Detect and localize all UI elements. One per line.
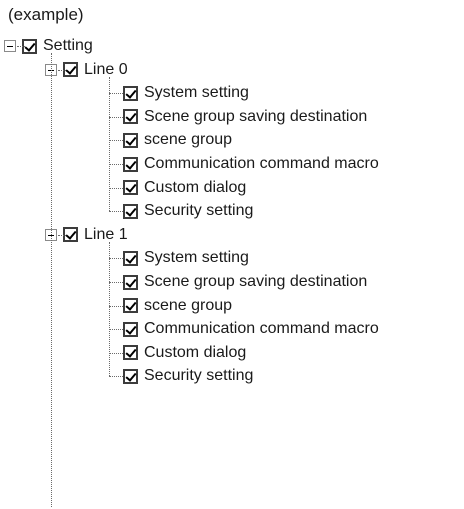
tree-item-communication-command-macro[interactable]: Communication command macro <box>123 152 379 176</box>
checkbox[interactable] <box>123 156 138 172</box>
checkbox[interactable] <box>123 85 138 101</box>
settings-tree: Setting Line 0 System setting Scene group s… <box>0 0 464 509</box>
checkbox[interactable] <box>123 274 138 290</box>
tree-item-label: Communication command macro <box>144 320 379 338</box>
tree-item-system-setting[interactable]: System setting <box>123 81 249 105</box>
tree-item-label: Communication command macro <box>144 155 379 172</box>
tree-connector-horizontal <box>109 164 123 165</box>
tree-item-label: Line 0 <box>84 60 128 78</box>
tree-connector-horizontal <box>109 305 123 307</box>
tree-item-label: Custom dialog <box>144 343 247 361</box>
tree-item-label: System setting <box>144 84 249 102</box>
tree-item-scene-group-saving-destination[interactable]: Scene group saving destination <box>123 105 367 129</box>
checkbox[interactable] <box>123 368 138 384</box>
tree-item-security-setting[interactable]: Security setting <box>123 199 253 223</box>
tree-item-label: System setting <box>144 249 249 267</box>
tree-connector-horizontal <box>109 140 123 142</box>
tree-item-label: Line 1 <box>84 225 128 243</box>
tree-connector-horizontal <box>109 258 123 260</box>
tree-item-label: Security setting <box>144 202 254 220</box>
tree-item-label: Security setting <box>144 367 254 385</box>
tree-item-label: scene group <box>144 131 233 149</box>
checkbox[interactable] <box>123 109 138 125</box>
tree-item-system-setting[interactable]: System setting <box>123 246 249 270</box>
tree-item-label: scene group <box>144 296 233 314</box>
tree-item-communication-command-macro[interactable]: Communication command macro <box>123 317 379 341</box>
checkbox[interactable] <box>123 250 138 266</box>
tree-connector-horizontal <box>109 116 123 118</box>
tree-connector-horizontal <box>109 329 123 331</box>
tree-item-scene-group-saving-destination[interactable]: Scene group saving destination <box>123 270 367 294</box>
tree-item-label: Custom dialog <box>144 178 247 196</box>
tree-item-security-setting[interactable]: Security setting <box>123 364 253 388</box>
checkbox[interactable] <box>123 321 138 337</box>
tree-connector-horizontal <box>109 93 123 95</box>
tree-connector-horizontal <box>109 211 123 213</box>
tree-connector-horizontal <box>58 69 66 71</box>
tree-connector-horizontal <box>109 376 123 378</box>
tree-connector-horizontal <box>109 282 123 283</box>
checkbox[interactable] <box>123 345 138 361</box>
checkbox[interactable] <box>123 180 138 196</box>
checkbox[interactable] <box>123 203 138 219</box>
tree-connector-horizontal <box>109 187 123 189</box>
tree-item-custom-dialog[interactable]: Custom dialog <box>123 341 246 365</box>
tree-item-custom-dialog[interactable]: Custom dialog <box>123 176 246 200</box>
tree-connector-vertical <box>109 76 110 212</box>
tree-item-scene-group[interactable]: scene group <box>123 128 232 152</box>
tree-connector-horizontal <box>17 46 25 47</box>
collapse-toggle-icon[interactable] <box>4 40 16 52</box>
tree-item-label: Scene group saving destination <box>144 273 368 290</box>
tree-connector-vertical <box>109 241 110 377</box>
tree-connector-horizontal <box>58 234 66 236</box>
tree-item-scene-group[interactable]: scene group <box>123 294 232 318</box>
checkbox[interactable] <box>123 132 138 148</box>
tree-connector-vertical <box>51 53 52 507</box>
checkbox[interactable] <box>123 298 138 314</box>
tree-item-label: Scene group saving destination <box>144 107 368 125</box>
tree-connector-horizontal <box>109 352 123 354</box>
